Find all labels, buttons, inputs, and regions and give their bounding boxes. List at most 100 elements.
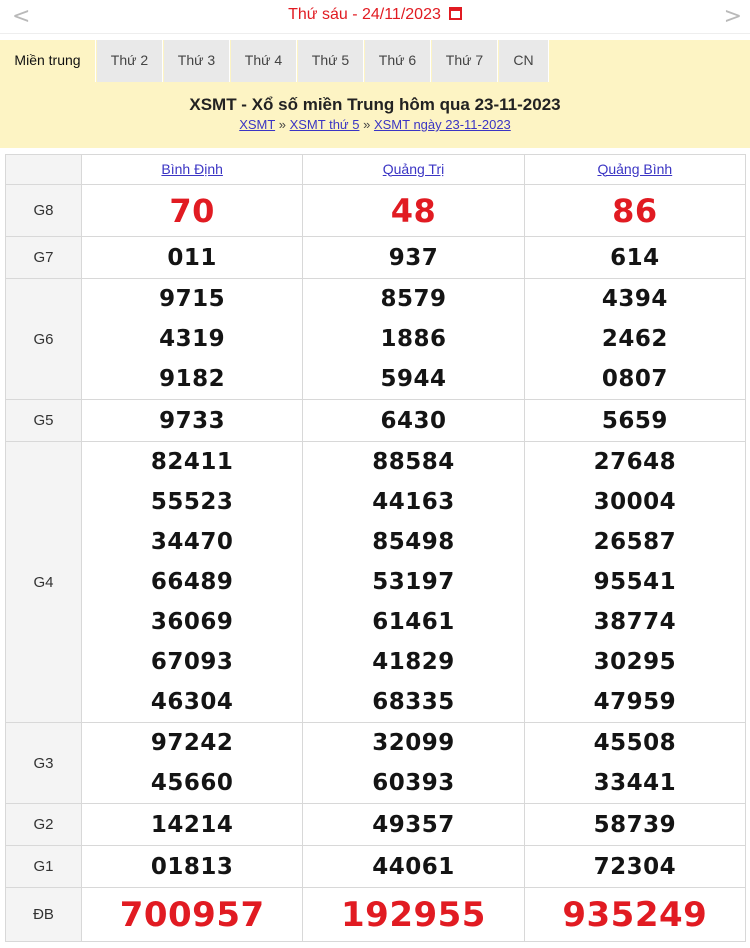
result-number: 2462: [601, 326, 668, 352]
result-number: 95541: [593, 569, 677, 595]
result-number: 68335: [372, 689, 455, 715]
tab-mien-trung[interactable]: Miền trung: [0, 40, 96, 82]
result-number: 32099: [372, 730, 455, 756]
breadcrumb-xsmt-link[interactable]: XSMT: [239, 117, 275, 132]
prize-row: G1 01813 44061 72304: [5, 845, 747, 888]
result-cell: 6430: [302, 399, 525, 442]
result-number: 45660: [150, 770, 234, 796]
tab-thu-7[interactable]: Thứ 7: [432, 40, 498, 82]
result-number: 47959: [593, 689, 677, 715]
result-number: 44163: [372, 489, 455, 515]
prize-row: G2 14214 49357 58739: [5, 803, 747, 846]
result-cell: 01813: [80, 845, 304, 888]
result-number: 97242: [150, 730, 234, 756]
day-tabs: Miền trung Thứ 2 Thứ 3 Thứ 4 Thứ 5 Thứ 6…: [0, 40, 750, 82]
result-number: 44061: [372, 853, 455, 880]
chevron-right-icon[interactable]: >: [724, 4, 742, 29]
breadcrumb: XSMT » XSMT thứ 5 » XSMT ngày 23-11-2023: [0, 117, 750, 132]
result-number: 192955: [341, 894, 486, 935]
result-number: 5944: [380, 366, 447, 392]
result-cell: 72304: [523, 845, 747, 888]
result-number: 49357: [372, 811, 455, 838]
result-cell: 45508 33441: [523, 722, 747, 804]
result-cell: 58739: [523, 803, 747, 846]
tab-thu-4[interactable]: Thứ 4: [231, 40, 297, 82]
result-number: 614: [610, 244, 660, 271]
breadcrumb-date-link[interactable]: XSMT ngày 23-11-2023: [374, 117, 511, 132]
result-cell: 82411 55523 34470 66489 36069 67093 46304: [80, 441, 304, 723]
result-cell: 44061: [302, 845, 525, 888]
result-number: 26587: [593, 529, 677, 555]
province-header: Quảng Trị: [302, 154, 525, 185]
result-cell: 8579 1886 5944: [302, 278, 525, 400]
result-number: 01813: [150, 853, 234, 880]
province-header: Bình Định: [80, 154, 304, 185]
prize-label: G2: [5, 803, 82, 846]
breadcrumb-thu5-link[interactable]: XSMT thứ 5: [290, 117, 360, 132]
result-cell: 9715 4319 9182: [80, 278, 304, 400]
result-number: 61461: [372, 609, 455, 635]
result-number: 937: [388, 244, 439, 271]
results-table: Bình Định Quảng Trị Quảng Bình G8 70 48 86 G…: [5, 154, 747, 942]
date-label: Thứ sáu - 24/11/2023: [288, 6, 441, 23]
prize-label: G4: [5, 441, 82, 723]
province-link-binh-dinh[interactable]: Bình Định: [161, 161, 222, 177]
result-number: 66489: [150, 569, 234, 595]
tab-thu-5[interactable]: Thứ 5: [298, 40, 364, 82]
result-cell: 011: [80, 236, 304, 279]
breadcrumb-separator: »: [278, 117, 286, 132]
result-cell: 86: [523, 184, 747, 237]
tab-cn[interactable]: CN: [499, 40, 549, 82]
page-title: XSMT - Xổ số miền Trung hôm qua 23-11-20…: [189, 95, 561, 114]
result-number: 41829: [372, 649, 455, 675]
result-number: 88584: [372, 449, 455, 475]
result-number: 33441: [593, 770, 677, 796]
result-cell: 9733: [80, 399, 304, 442]
province-link-quang-tri[interactable]: Quảng Trị: [383, 161, 444, 177]
result-number: 0807: [601, 366, 668, 392]
result-cell: 97242 45660: [80, 722, 304, 804]
prize-label: G8: [5, 184, 82, 237]
result-number: 011: [167, 244, 217, 271]
result-number: 46304: [150, 689, 234, 715]
table-header-row: Bình Định Quảng Trị Quảng Bình: [5, 154, 747, 185]
prize-label: G1: [5, 845, 82, 888]
result-cell: 5659: [523, 399, 747, 442]
result-number: 72304: [593, 853, 677, 880]
result-number: 48: [390, 191, 437, 230]
result-number: 45508: [593, 730, 677, 756]
result-number: 9182: [159, 366, 226, 392]
result-number: 60393: [372, 770, 455, 796]
result-cell: 937: [302, 236, 525, 279]
result-number: 1886: [380, 326, 447, 352]
result-cell: 192955: [302, 887, 525, 942]
result-number: 67093: [150, 649, 234, 675]
result-number: 86: [612, 191, 658, 230]
tab-thu-3[interactable]: Thứ 3: [164, 40, 230, 82]
tab-thu-2[interactable]: Thứ 2: [97, 40, 163, 82]
calendar-icon[interactable]: [448, 7, 462, 20]
result-number: 30004: [593, 489, 677, 515]
result-number: 9715: [159, 286, 226, 312]
result-number: 935249: [562, 894, 708, 935]
result-number: 5659: [601, 407, 668, 434]
result-number: 70: [169, 191, 215, 230]
result-number: 14214: [150, 811, 234, 838]
prize-row: G4 82411 55523 34470 66489 36069 67093 46304 885…: [5, 441, 747, 723]
result-cell: 49357: [302, 803, 525, 846]
result-number: 55523: [150, 489, 234, 515]
prize-label: G6: [5, 278, 82, 400]
result-cell: 935249: [523, 887, 747, 942]
prize-row: G8 70 48 86: [5, 184, 747, 237]
result-number: 9733: [159, 407, 226, 434]
result-cell: 70: [80, 184, 304, 237]
result-cell: 700957: [80, 887, 304, 942]
province-link-quang-binh[interactable]: Quảng Bình: [597, 161, 672, 177]
date-picker[interactable]: Thứ sáu - 24/11/2023: [0, 6, 750, 24]
result-number: 700957: [119, 894, 265, 935]
tab-thu-6[interactable]: Thứ 6: [365, 40, 431, 82]
result-cell: 14214: [80, 803, 304, 846]
result-cell: 27648 30004 26587 95541 38774 30295 47959: [523, 441, 747, 723]
result-cell: 32099 60393: [302, 722, 525, 804]
result-cell: 614: [523, 236, 747, 279]
